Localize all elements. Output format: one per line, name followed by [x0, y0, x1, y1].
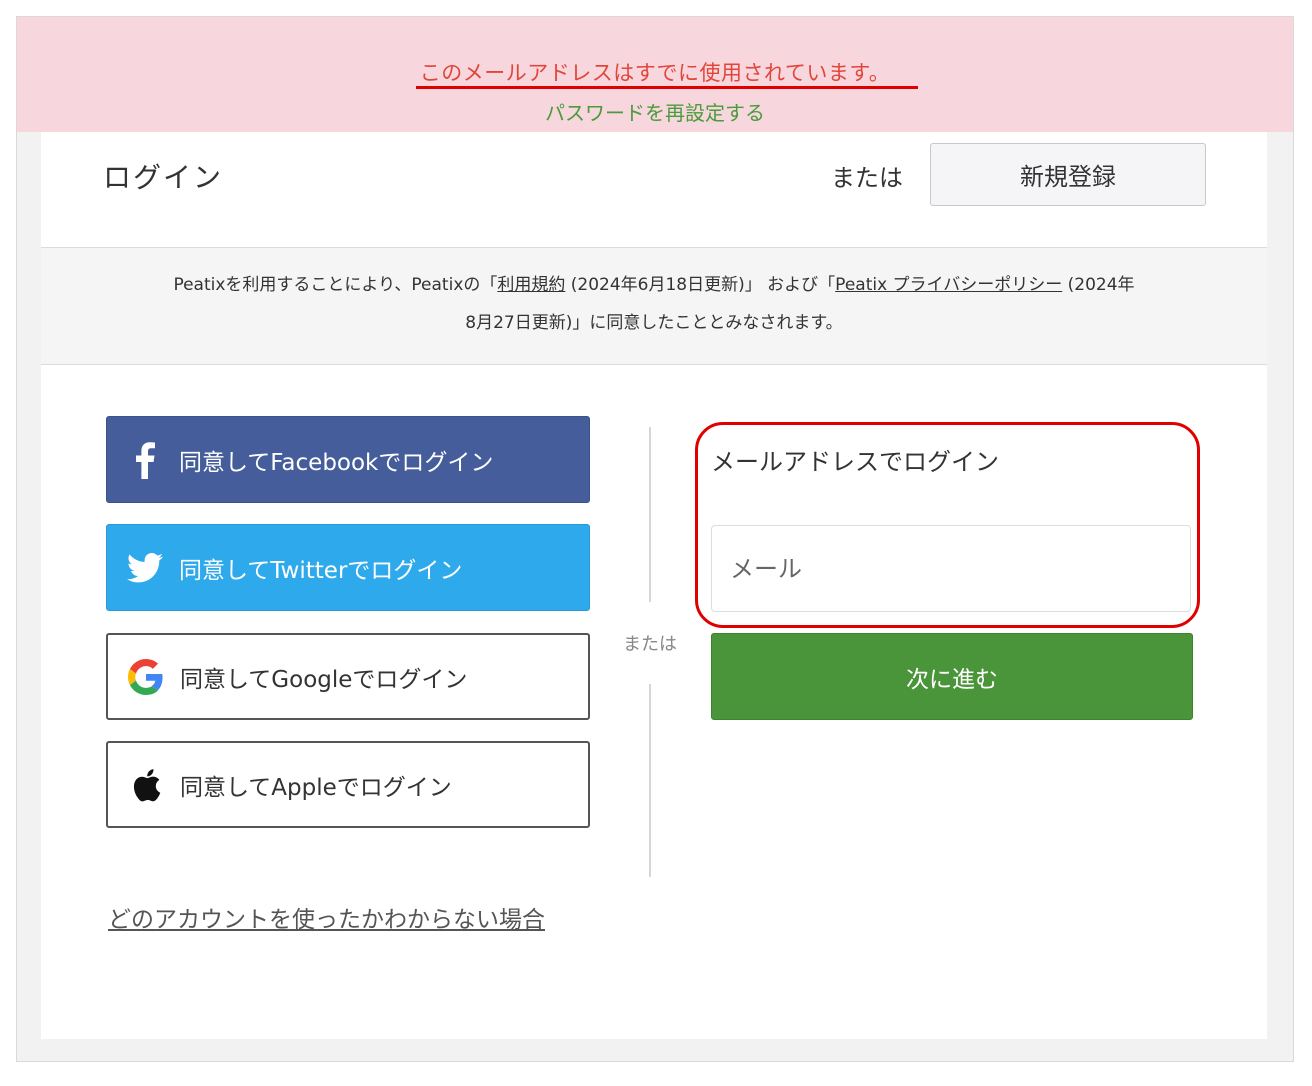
- twitter-login-label: 同意してTwitterでログイン: [179, 557, 463, 584]
- reset-password-link[interactable]: パスワードを再設定する: [17, 97, 1293, 126]
- terms-text-1: Peatixを利用することにより、Peatixの「: [173, 275, 498, 295]
- terms-of-service-link[interactable]: 利用規約: [497, 275, 565, 295]
- divider-or-label: または: [623, 634, 677, 655]
- terms-text-2: (2024年6月18日更新)」 および「: [565, 275, 836, 295]
- google-login-button[interactable]: 同意してGoogleでログイン: [106, 633, 590, 720]
- email-input[interactable]: [711, 525, 1191, 612]
- alert-underline: [416, 86, 918, 89]
- unknown-account-link[interactable]: どのアカウントを使ったかわからない場合: [108, 900, 545, 934]
- facebook-login-button[interactable]: 同意してFacebookでログイン: [106, 416, 590, 503]
- terms-notice: Peatixを利用することにより、Peatixの「利用規約 (2024年6月18…: [41, 248, 1267, 365]
- divider-line-bottom: [649, 684, 651, 877]
- next-button[interactable]: 次に進む: [711, 633, 1193, 720]
- facebook-icon: [125, 441, 165, 479]
- google-login-label: 同意してGoogleでログイン: [180, 666, 468, 693]
- apple-login-label: 同意してAppleでログイン: [180, 774, 452, 801]
- google-icon: [126, 658, 166, 695]
- or-label: または: [831, 164, 903, 192]
- terms-text-3: (2024年: [1062, 275, 1135, 295]
- email-login-title: メールアドレスでログイン: [711, 448, 999, 476]
- divider-line-top: [649, 427, 651, 602]
- terms-line-1: Peatixを利用することにより、Peatixの「利用規約 (2024年6月18…: [41, 266, 1267, 304]
- page-title: ログイン: [103, 161, 224, 194]
- login-header: ログイン または 新規登録: [41, 132, 1267, 248]
- privacy-policy-link[interactable]: Peatix プライバシーポリシー: [835, 275, 1062, 295]
- error-alert: このメールアドレスはすでに使用されています。 パスワードを再設定する: [17, 17, 1293, 132]
- facebook-login-label: 同意してFacebookでログイン: [179, 449, 494, 476]
- apple-icon: [126, 767, 166, 803]
- login-card: ログイン または 新規登録 Peatixを利用することにより、Peatixの「利…: [41, 132, 1267, 1039]
- alert-message: このメールアドレスはすでに使用されています。: [419, 61, 891, 85]
- terms-line-2: 8月27日更新)」に同意したこととみなされます。: [465, 313, 843, 333]
- twitter-icon: [125, 552, 165, 583]
- twitter-login-button[interactable]: 同意してTwitterでログイン: [106, 524, 590, 611]
- apple-login-button[interactable]: 同意してAppleでログイン: [106, 741, 590, 828]
- signup-button[interactable]: 新規登録: [930, 143, 1206, 206]
